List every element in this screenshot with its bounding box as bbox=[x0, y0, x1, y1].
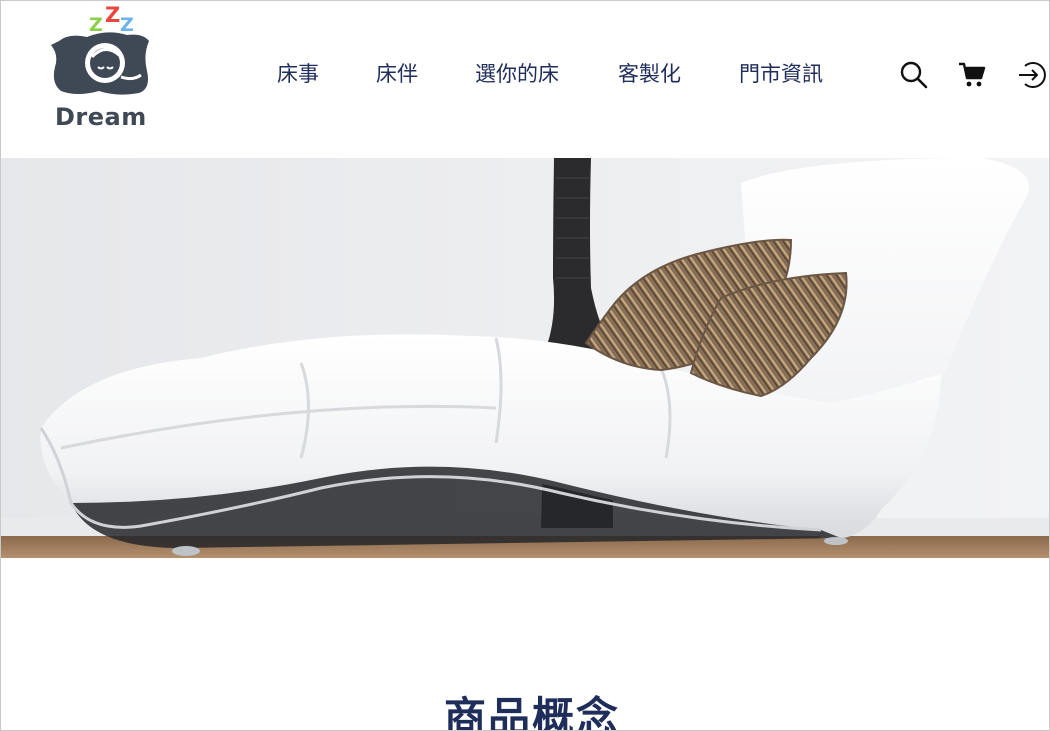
nav-item-bed-stories[interactable]: 床事 bbox=[277, 58, 319, 88]
cart-icon bbox=[959, 62, 986, 87]
nav-item-store-info[interactable]: 門市資訊 bbox=[739, 58, 823, 88]
section-title: 商品概念 bbox=[443, 692, 620, 731]
brand-logo[interactable]: Z Z Z Dream bbox=[47, 3, 155, 131]
site-header: Z Z Z Dream 床事 床伴 選你的床 客製化 門市資訊 bbox=[1, 1, 1049, 158]
hero-banner bbox=[1, 158, 1049, 558]
hero-chaise-image bbox=[1, 158, 1049, 558]
nav-item-choose-your-bed[interactable]: 選你的床 bbox=[475, 58, 559, 88]
login-button[interactable] bbox=[1017, 60, 1047, 90]
search-button[interactable] bbox=[899, 60, 929, 90]
zzz-letter-2: Z bbox=[105, 5, 120, 27]
cart-button[interactable] bbox=[957, 60, 987, 90]
login-icon bbox=[1019, 62, 1046, 88]
nav-item-bed-accessories[interactable]: 床伴 bbox=[376, 58, 418, 88]
search-icon bbox=[900, 61, 928, 89]
zzz-letter-1: Z bbox=[89, 14, 103, 36]
nav-item-customization[interactable]: 客製化 bbox=[618, 58, 681, 88]
zzz-letter-3: Z bbox=[120, 14, 134, 36]
page-frame: Z Z Z Dream 床事 床伴 選你的床 客製化 門市資訊 商品概念 bbox=[0, 0, 1050, 731]
sleeping-pillow-icon: Z Z Z bbox=[51, 3, 149, 95]
brand-wordmark: Dream bbox=[55, 103, 147, 131]
